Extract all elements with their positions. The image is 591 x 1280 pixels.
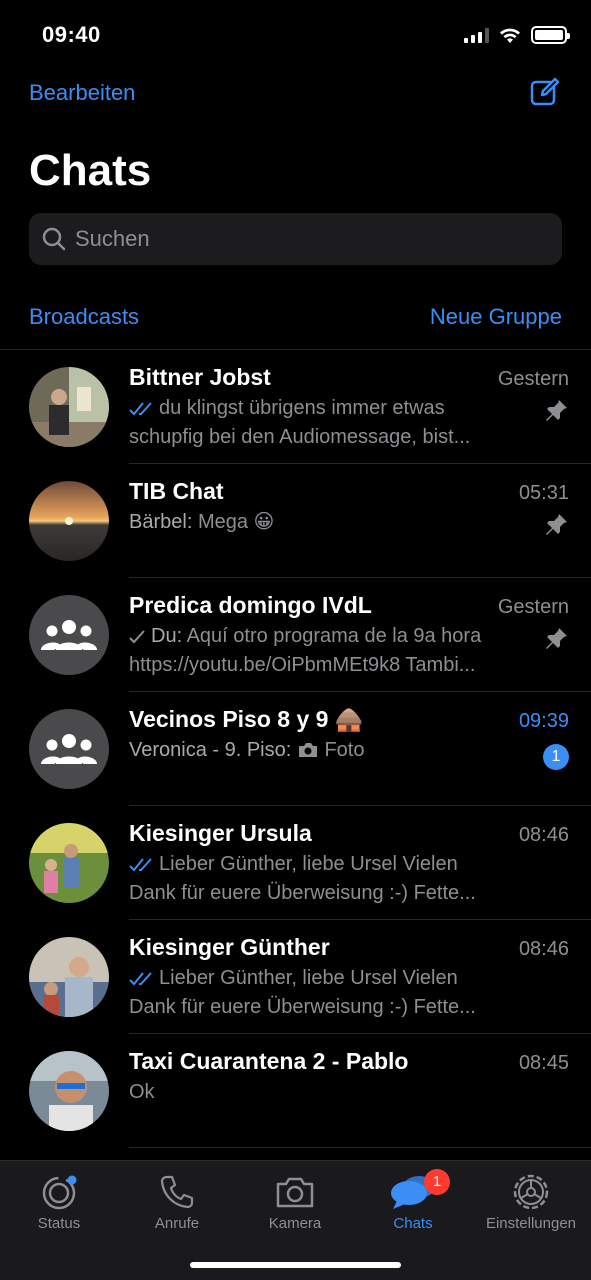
- avatar: [29, 823, 109, 903]
- double-check-icon: [129, 972, 152, 986]
- pin-icon: [546, 400, 567, 421]
- avatar: [29, 367, 109, 447]
- chat-preview: Du: Aquí otro programa de la 9a hora htt…: [129, 622, 519, 680]
- chat-preview-text: Aquí otro programa de la 9a hora: [186, 625, 482, 647]
- chat-preview-text: https://youtu.be/OiPbmMEt9k8 Tambi...: [129, 654, 476, 676]
- chat-preview: Lieber Günther, liebe Ursel Vielen Dank …: [129, 850, 519, 908]
- chat-row[interactable]: Kiesinger Günther 08:46 Lieber Günther, …: [0, 920, 591, 1034]
- chat-timestamp: 05:31: [518, 482, 569, 504]
- chat-name: Kiesinger Ursula: [129, 820, 312, 846]
- cellular-signal-icon: [464, 27, 489, 43]
- chat-timestamp: Gestern: [497, 596, 569, 618]
- chat-sender: Veronica - 9. Piso:: [129, 739, 292, 761]
- chat-preview-text: Ok: [129, 1081, 155, 1103]
- chat-row[interactable]: Vecinos Piso 8 y 9 🛖 09:39 Veronica - 9.…: [0, 692, 591, 806]
- wifi-icon: [500, 28, 520, 43]
- chat-name: Bittner Jobst: [129, 364, 271, 390]
- chat-preview-text: Foto: [324, 739, 365, 761]
- chat-preview: Ok: [129, 1078, 519, 1107]
- new-group-link[interactable]: Neue Gruppe: [430, 304, 562, 330]
- avatar: [29, 1051, 109, 1131]
- edit-button[interactable]: Bearbeiten: [29, 80, 135, 106]
- double-check-icon: [129, 402, 152, 416]
- tab-label: Kamera: [268, 1215, 322, 1232]
- group-icon: [41, 620, 97, 650]
- tab-label: Status: [37, 1215, 81, 1232]
- camera-icon: [298, 743, 317, 757]
- double-check-icon: [129, 858, 152, 872]
- chat-preview: Veronica - 9. Piso: Foto: [129, 736, 519, 765]
- chat-sender: Bärbel:: [129, 511, 193, 533]
- page-title: Chats: [29, 146, 152, 195]
- chat-list: Bittner Jobst Gestern du klingst übrigen…: [0, 349, 591, 1148]
- tab-settings[interactable]: Einstellungen: [472, 1171, 590, 1232]
- tab-label: Chats: [393, 1215, 433, 1232]
- tab-label: Einstellungen: [485, 1215, 577, 1232]
- tab-camera[interactable]: Kamera: [236, 1171, 354, 1232]
- broadcasts-link[interactable]: Broadcasts: [29, 304, 139, 330]
- chat-timestamp: Gestern: [497, 368, 569, 390]
- chat-name: Taxi Cuarantena 2 - Pablo: [129, 1048, 409, 1074]
- chat-preview: du klingst übrigens immer etwas schupfig…: [129, 394, 519, 452]
- check-icon: [129, 630, 145, 644]
- chat-row[interactable]: Taxi Cuarantena 2 - Pablo 08:45 Ok: [0, 1034, 591, 1148]
- chat-preview-text: Mega 😀: [197, 511, 275, 533]
- chat-row[interactable]: Bittner Jobst Gestern du klingst übrigen…: [0, 350, 591, 464]
- search-input[interactable]: [75, 226, 535, 252]
- camera-icon: [276, 1177, 314, 1208]
- pin-icon: [546, 514, 567, 535]
- chat-preview: Bärbel: Mega 😀: [129, 508, 519, 537]
- tab-status[interactable]: Status: [0, 1171, 118, 1232]
- search-icon: [42, 227, 66, 251]
- chat-timestamp: 08:46: [518, 938, 569, 960]
- chat-timestamp: 09:39: [518, 710, 569, 732]
- chat-preview-text: du klingst übrigens immer etwas: [159, 397, 445, 419]
- chat-row[interactable]: TIB Chat 05:31 Bärbel: Mega 😀: [0, 464, 591, 578]
- chat-sender: Du:: [151, 625, 183, 647]
- chat-preview-text: Dank für euere Überweisung :-) Fette...: [129, 996, 476, 1018]
- avatar: [29, 937, 109, 1017]
- group-avatar: [29, 709, 109, 789]
- chat-preview-text: Lieber Günther, liebe Ursel Vielen: [159, 853, 458, 875]
- compose-icon[interactable]: [529, 76, 561, 108]
- tab-chats[interactable]: 1 Chats: [354, 1169, 472, 1232]
- chat-name: TIB Chat: [129, 478, 224, 504]
- tab-label: Anrufe: [154, 1215, 200, 1232]
- chat-row[interactable]: Predica domingo IVdL Gestern Du: Aquí ot…: [0, 578, 591, 692]
- chat-preview-text: Dank für euere Überweisung :-) Fette...: [129, 882, 476, 904]
- settings-icon: [513, 1174, 549, 1210]
- phone-icon: [160, 1175, 194, 1209]
- group-icon: [41, 734, 97, 764]
- pin-icon: [546, 628, 567, 649]
- status-icon: [42, 1175, 77, 1210]
- tab-badge: 1: [424, 1169, 450, 1195]
- avatar: [29, 481, 109, 561]
- tab-calls[interactable]: Anrufe: [118, 1171, 236, 1232]
- status-time: 09:40: [42, 22, 101, 47]
- chat-preview: Lieber Günther, liebe Ursel Vielen Dank …: [129, 964, 519, 1022]
- battery-icon: [531, 26, 570, 44]
- status-bar: 09:40: [0, 0, 591, 70]
- chat-name: Predica domingo IVdL: [129, 592, 372, 618]
- chat-timestamp: 08:45: [518, 1052, 569, 1074]
- chat-name: Vecinos Piso 8 y 9 🛖: [129, 706, 364, 732]
- chat-preview-text: schupfig bei den Audiomessage, bist...: [129, 426, 471, 448]
- chat-name: Kiesinger Günther: [129, 934, 330, 960]
- chat-timestamp: 08:46: [518, 824, 569, 846]
- search-bar[interactable]: [29, 213, 562, 265]
- home-indicator[interactable]: [190, 1262, 401, 1268]
- status-icons: [464, 26, 570, 44]
- group-avatar: [29, 595, 109, 675]
- unread-badge: 1: [543, 744, 569, 770]
- chat-preview-text: Lieber Günther, liebe Ursel Vielen: [159, 967, 458, 989]
- chat-row[interactable]: Kiesinger Ursula 08:46 Lieber Günther, l…: [0, 806, 591, 920]
